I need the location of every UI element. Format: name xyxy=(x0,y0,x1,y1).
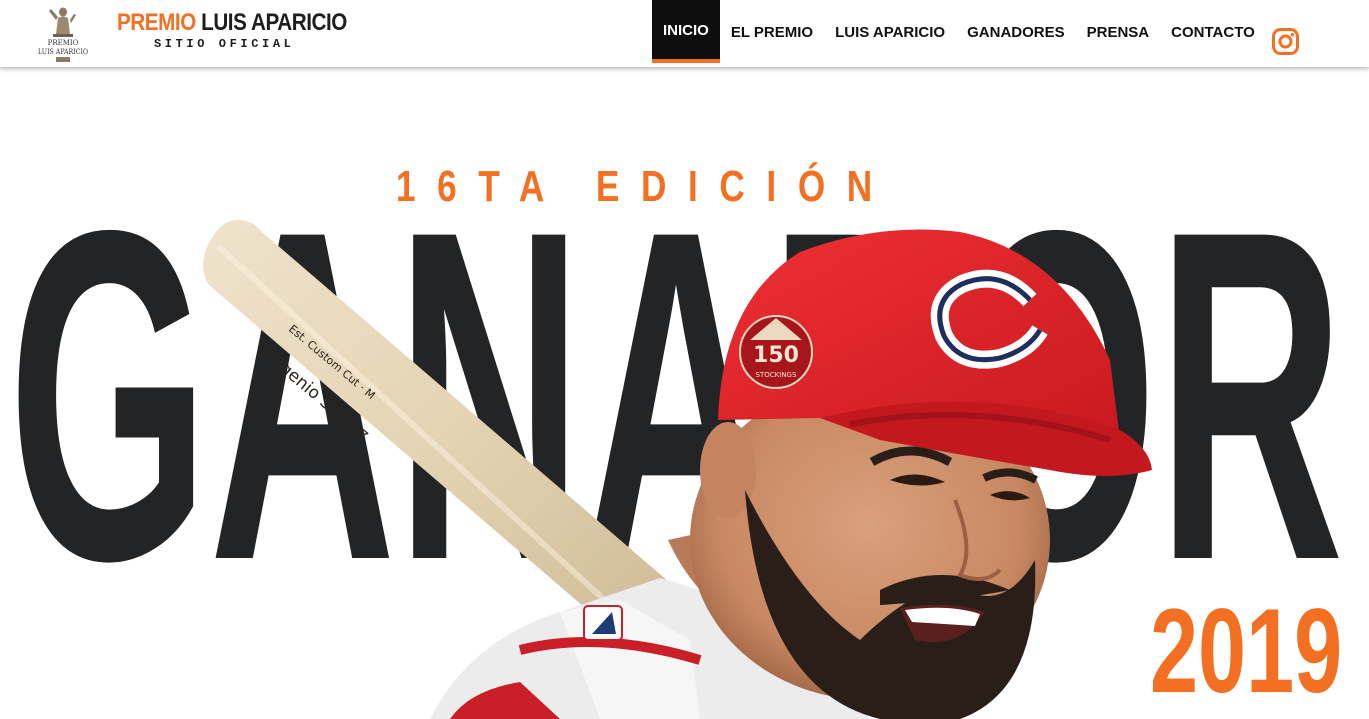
nav-label: INICIO xyxy=(663,22,709,39)
nav-item-luis-aparicio[interactable]: LUIS APARICIO xyxy=(824,0,956,63)
brand-title: PREMIO LUIS APARICIO xyxy=(117,10,347,36)
cap-patch-number: 150 xyxy=(753,343,799,368)
instagram-icon[interactable] xyxy=(1272,28,1299,55)
cap-patch-label: STOCKINGS xyxy=(756,371,797,379)
brand-title-premio: PREMIO xyxy=(117,9,196,36)
brand-block[interactable]: PREMIO LUIS APARICIO SITIO OFICIAL xyxy=(117,10,384,52)
main-nav: INICIO EL PREMIO LUIS APARICIO GANADORES… xyxy=(652,0,1266,67)
nav-label: GANADORES xyxy=(967,24,1065,41)
nav-item-prensa[interactable]: PRENSA xyxy=(1076,0,1161,63)
nav-item-el-premio[interactable]: EL PREMIO xyxy=(720,0,824,63)
site-header: PREMIO LUIS APARICIO PREMIO LUIS APARICI… xyxy=(0,0,1369,67)
brand-title-name: LUIS APARICIO xyxy=(195,9,347,36)
nav-item-inicio[interactable]: INICIO xyxy=(652,0,720,63)
nav-label: EL PREMIO xyxy=(730,24,814,41)
cap-patch: 150 STOCKINGS xyxy=(739,315,813,389)
bat-graphic: Eugenio Suarez Est. Custom Cut · M xyxy=(203,220,690,655)
page: PREMIO LUIS APARICIO PREMIO LUIS APARICI… xyxy=(0,0,1369,719)
brand-subtitle: SITIO OFICIAL xyxy=(154,37,295,51)
nav-item-contacto[interactable]: CONTACTO xyxy=(1160,0,1266,63)
nav-label: LUIS APARICIO xyxy=(835,24,946,41)
nav-item-ganadores[interactable]: GANADORES xyxy=(956,0,1076,63)
nav-label: CONTACTO xyxy=(1171,24,1255,41)
year-label: 2019 xyxy=(1150,584,1343,718)
logo-text-name: LUIS APARICIO xyxy=(38,48,88,56)
logo-text-premio: PREMIO xyxy=(48,39,79,47)
logo-icon[interactable]: PREMIO LUIS APARICIO xyxy=(36,2,90,64)
nav-label: PRENSA xyxy=(1086,24,1150,41)
